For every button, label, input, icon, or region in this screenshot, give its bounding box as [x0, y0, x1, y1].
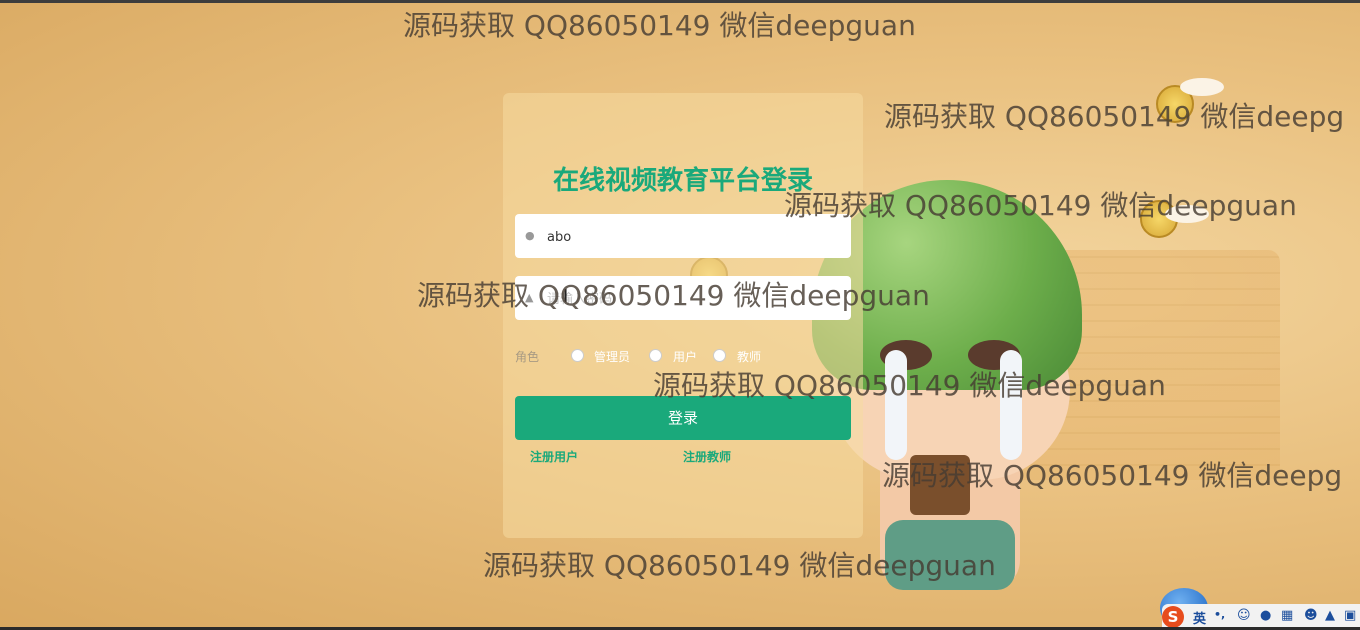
- role-label-user: 用户: [673, 350, 698, 364]
- watermark: 源码获取 QQ86050149 微信deepguan: [784, 189, 1297, 222]
- ime-punct-toggle[interactable]: •,: [1214, 608, 1225, 621]
- role-label-admin: 管理员: [594, 350, 631, 364]
- wing-icon: [1180, 78, 1224, 96]
- role-radio-teacher[interactable]: [713, 349, 726, 362]
- grid-icon[interactable]: ▣: [1344, 608, 1356, 623]
- watermark: 源码获取 QQ86050149 微信deepguan: [483, 549, 996, 582]
- top-border: [0, 0, 1360, 3]
- role-label: 角色: [515, 350, 540, 364]
- register-teacher-link[interactable]: 注册教师: [683, 448, 731, 465]
- watermark: 源码获取 QQ86050149 微信deepg: [884, 100, 1345, 133]
- role-radio-user[interactable]: [649, 349, 662, 362]
- mic-icon[interactable]: ●: [1260, 608, 1271, 623]
- user-icon: ●: [525, 229, 535, 242]
- role-radio-admin[interactable]: [571, 349, 584, 362]
- shirt-icon[interactable]: ▲: [1325, 608, 1335, 623]
- watermark: 源码获取 QQ86050149 微信deepguan: [417, 279, 930, 312]
- watermark: 源码获取 QQ86050149 微信deepguan: [403, 9, 916, 42]
- user-icon[interactable]: ☻: [1304, 608, 1318, 623]
- watermark: 源码获取 QQ86050149 微信deepguan: [653, 369, 1166, 402]
- keyboard-icon[interactable]: ▦: [1281, 608, 1293, 623]
- register-user-link[interactable]: 注册用户: [530, 448, 578, 465]
- ime-lang-toggle[interactable]: 英: [1193, 608, 1206, 627]
- role-label-teacher: 教师: [737, 350, 762, 364]
- emoji-icon[interactable]: ☺: [1237, 608, 1251, 623]
- sogou-logo-icon[interactable]: S: [1162, 606, 1184, 628]
- watermark: 源码获取 QQ86050149 微信deepg: [882, 459, 1343, 492]
